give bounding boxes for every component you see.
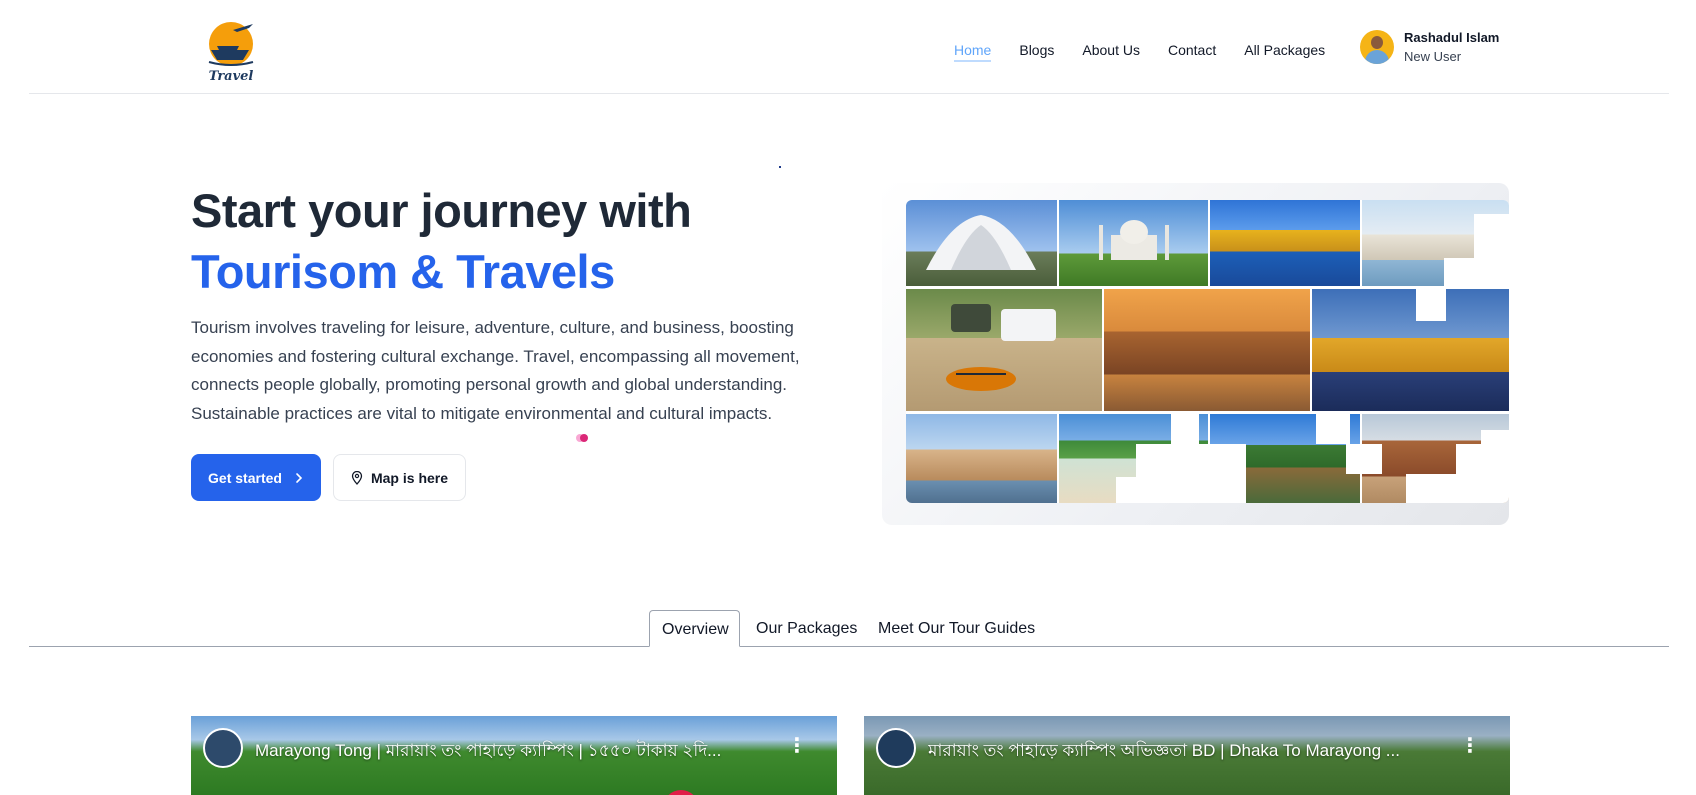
photo-gateway-of-india	[906, 414, 1057, 503]
nav-home[interactable]: Home	[954, 42, 992, 62]
hero-section: Start your journey with Tourisom & Trave…	[191, 180, 811, 501]
logo-icon: Travel	[209, 22, 254, 84]
user-name: Rashadul Islam	[1404, 30, 1500, 45]
map-pin-icon	[351, 470, 363, 485]
hero-title: Start your journey with	[191, 184, 692, 237]
nav-blogs[interactable]: Blogs	[1019, 42, 1054, 62]
photo-lotus-temple	[906, 200, 1057, 286]
video-title[interactable]: মারায়াং তং পাহাড়ে ক্যাম্পিং অভিজ্ঞতা B…	[928, 738, 1448, 766]
nav-all-packages[interactable]: All Packages	[1244, 42, 1325, 62]
more-options-icon[interactable]: ⋮	[787, 736, 807, 756]
chevron-right-icon	[296, 472, 303, 483]
photo-taj-mahal	[1059, 200, 1208, 286]
decorative-dot-pink	[580, 434, 588, 442]
decorative-dot	[779, 166, 781, 168]
map-marker-icon	[668, 790, 694, 795]
photo-golden-temple	[1312, 289, 1509, 411]
photo-jal-mahal	[1210, 200, 1360, 286]
get-started-button[interactable]: Get started	[191, 454, 321, 501]
travel-photo-collage	[906, 200, 1509, 503]
map-button[interactable]: Map is here	[333, 454, 466, 501]
tab-overview[interactable]: Overview	[649, 610, 740, 647]
more-options-icon[interactable]: ⋮	[1460, 736, 1480, 756]
get-started-label: Get started	[208, 469, 282, 486]
video-embed-2[interactable]: মারায়াং তং পাহাড়ে ক্যাম্পিং অভিজ্ঞতা B…	[864, 716, 1510, 795]
channel-avatar[interactable]	[203, 728, 243, 768]
video-title[interactable]: Marayong Tong | মারায়াং তং পাহাড়ে ক্যা…	[255, 738, 775, 766]
nav-about-us[interactable]: About Us	[1082, 42, 1140, 62]
photo-tiger-safari	[906, 289, 1102, 411]
logo-text: Travel	[209, 69, 254, 84]
user-role: New User	[1404, 48, 1462, 64]
avatar[interactable]	[1360, 30, 1394, 65]
hero-collage-card	[882, 183, 1509, 525]
nav-contact[interactable]: Contact	[1168, 42, 1216, 62]
hero-description: Tourism involves traveling for leisure, …	[191, 318, 800, 423]
site-header: Travel Home Blogs About Us Contact All P…	[29, 0, 1669, 94]
tab-meet-our-tour-guides[interactable]: Meet Our Tour Guides	[866, 610, 1047, 647]
tab-our-packages[interactable]: Our Packages	[744, 610, 869, 647]
channel-avatar[interactable]	[876, 728, 916, 768]
hero-title-accent: Tourisom & Travels	[191, 245, 615, 298]
user-profile[interactable]: Rashadul Islam New User	[1360, 30, 1500, 65]
video-embed-1[interactable]: Marayong Tong | মারায়াং তং পাহাড়ে ক্যা…	[191, 716, 837, 795]
map-button-label: Map is here	[370, 469, 449, 486]
main-nav: Home Blogs About Us Contact All Packages	[954, 42, 1353, 62]
travel-logo[interactable]: Travel	[203, 20, 259, 84]
photo-varanasi-ghats	[1104, 289, 1310, 411]
